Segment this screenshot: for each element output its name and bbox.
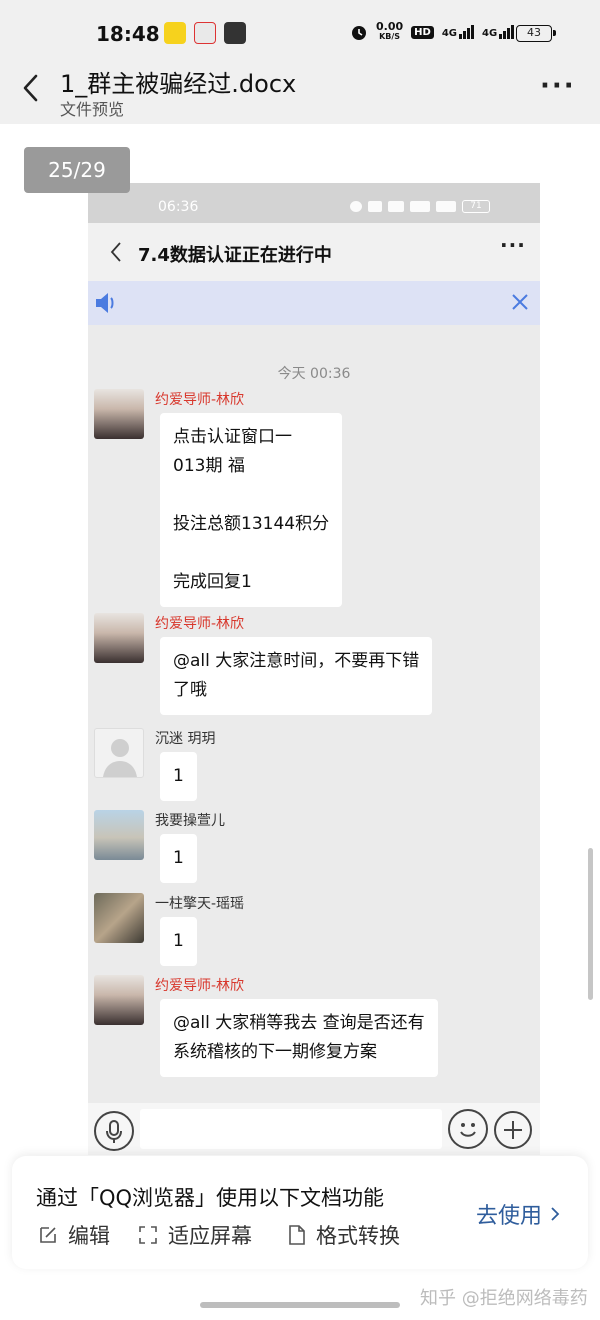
embedded-chat-screenshot: 06:36 71 7.4数据认证正在进行中 ··· 今天 00:36 约爱导师-… [88, 183, 540, 1155]
file-subtitle: 文件预览 [60, 100, 125, 119]
message-bubble: 1 [160, 752, 197, 801]
alarm-icon [352, 26, 366, 40]
chat-message: 一柱擎天-瑶瑶 1 [94, 893, 534, 966]
battery-icon: 43 [516, 25, 556, 42]
emoji-icon [448, 1109, 488, 1149]
news-notification-icon [224, 22, 246, 44]
message-bubble: @all 大家稍等我去 查询是否还有 系统稽核的下一期修复方案 [160, 999, 438, 1077]
feature-fit-screen[interactable]: 适应屏幕 [138, 1220, 252, 1250]
message-bubble: @all 大家注意时间，不要再下错 了哦 [160, 637, 433, 715]
avatar [94, 810, 144, 860]
app-header: 1_群主被骗经过.docx 文件预览 ··· [0, 62, 600, 124]
home-indicator[interactable] [200, 1302, 400, 1308]
chat-message: 约爱导师-林欣 @all 大家注意时间，不要再下错 了哦 [94, 613, 534, 715]
watermark: 知乎 @拒绝网络毒药 [420, 1288, 588, 1309]
sender-name: 一柱擎天-瑶瑶 [155, 896, 245, 912]
avatar [94, 389, 144, 439]
avatar [94, 613, 144, 663]
chevron-right-icon [551, 1207, 560, 1221]
go-use-button[interactable]: 去使用 [476, 1198, 560, 1230]
message-bubble: 1 [160, 834, 197, 883]
notification-icons [164, 22, 246, 44]
signal-icon: 4G [442, 25, 474, 39]
sender-name: 沉迷 玥玥 [155, 731, 216, 747]
map-notification-icon [194, 22, 216, 44]
scrollbar[interactable] [588, 848, 593, 1000]
avatar [94, 893, 144, 943]
chat-input [140, 1109, 442, 1149]
feature-edit-label: 编辑 [68, 1224, 110, 1248]
chat-message: 我要操萱儿 1 [94, 810, 534, 883]
network-speed: 0.00 KB/S [376, 20, 404, 41]
close-icon [512, 294, 528, 310]
screenshot-battery-icon: 71 [462, 200, 490, 213]
screenshot-system-icons: 71 [350, 200, 490, 213]
sender-name: 我要操萱儿 [155, 813, 225, 829]
chat-header: 7.4数据认证正在进行中 ··· [88, 223, 540, 281]
message-bubble: 1 [160, 917, 197, 966]
edit-icon [40, 1227, 56, 1243]
status-bar: 18:48 0.00 KB/S HD 4G 4G 43 [0, 0, 600, 62]
file-title: 1_群主被骗经过.docx [60, 70, 297, 98]
plus-icon [494, 1111, 532, 1149]
feature-format-convert-label: 格式转换 [316, 1224, 400, 1248]
system-icons: 0.00 KB/S HD 4G 4G [350, 20, 515, 42]
default-avatar-icon [94, 728, 144, 778]
chat-timestamp: 今天 00:36 [277, 366, 351, 382]
sender-name: 约爱导师-林欣 [155, 978, 245, 994]
feature-fit-screen-label: 适应屏幕 [168, 1224, 252, 1248]
page-indicator: 25/29 [24, 147, 130, 193]
chat-title: 7.4数据认证正在进行中 [138, 245, 332, 266]
announcement-bar [88, 281, 540, 325]
fit-screen-icon [139, 1226, 157, 1244]
promo-title: 通过「QQ浏览器」使用以下文档功能 [36, 1186, 385, 1210]
microphone-icon [94, 1111, 134, 1151]
chat-more-icon: ··· [500, 233, 526, 257]
chat-message: 约爱导师-林欣 @all 大家稍等我去 查询是否还有 系统稽核的下一期修复方案 [94, 975, 534, 1077]
signal-icon: 4G [482, 25, 515, 39]
speaker-icon [96, 293, 114, 313]
chat-back-icon [110, 242, 121, 262]
chat-input-bar [88, 1103, 540, 1155]
qq-browser-promo: 通过「QQ浏览器」使用以下文档功能 编辑 适应屏幕 格式转换 去使用 [12, 1156, 588, 1269]
avatar [94, 975, 144, 1025]
chat-message: 约爱导师-林欣 点击认证窗口一 013期 福 投注总额13144积分 完成回复1 [94, 389, 534, 607]
message-bubble: 点击认证窗口一 013期 福 投注总额13144积分 完成回复1 [160, 413, 343, 607]
feature-format-convert[interactable]: 格式转换 [288, 1220, 400, 1250]
sender-name: 约爱导师-林欣 [155, 616, 245, 632]
app-notification-icon [164, 22, 186, 44]
screenshot-status-bar: 06:36 71 [88, 183, 540, 223]
feature-edit[interactable]: 编辑 [38, 1220, 110, 1250]
hd-icon: HD [411, 25, 434, 39]
screenshot-status-time: 06:36 [158, 199, 199, 215]
more-options-button[interactable]: ··· [540, 73, 576, 99]
status-time: 18:48 [96, 22, 160, 46]
go-use-label: 去使用 [476, 1204, 543, 1229]
back-icon[interactable] [16, 72, 48, 104]
document-icon [289, 1225, 305, 1245]
chat-message: 沉迷 玥玥 1 [94, 728, 534, 801]
sender-name: 约爱导师-林欣 [155, 392, 245, 408]
